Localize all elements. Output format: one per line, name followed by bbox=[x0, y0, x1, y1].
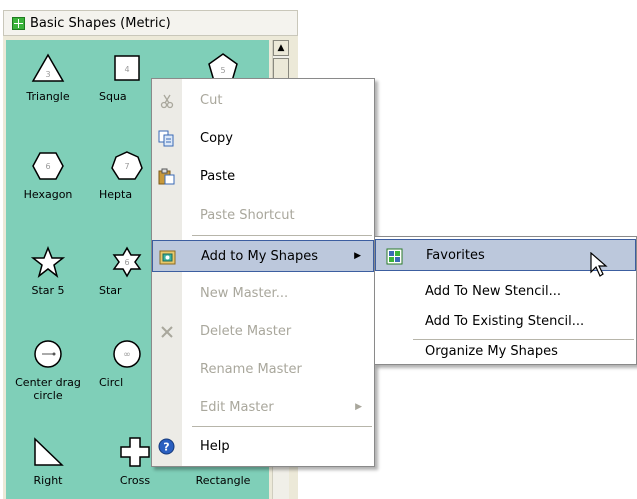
menu-separator bbox=[192, 426, 372, 427]
menu-item-add-to-my-shapes[interactable]: Add to My Shapes ▶ bbox=[152, 240, 374, 272]
right-triangle-shape-icon bbox=[28, 434, 68, 470]
menu-item-paste-shortcut[interactable]: Paste Shortcut bbox=[152, 200, 374, 230]
star-shape-icon bbox=[28, 244, 68, 280]
submenu-item-label: Add To Existing Stencil... bbox=[425, 313, 585, 329]
shape-right-triangle[interactable]: Right bbox=[11, 434, 85, 487]
shape-label: Star 5 bbox=[31, 284, 65, 297]
scroll-up-arrow-icon: ▲ bbox=[277, 43, 285, 53]
square-shape-icon: 4 bbox=[107, 50, 147, 86]
menu-item-new-master[interactable]: New Master... bbox=[152, 278, 374, 308]
menu-item-cut[interactable]: Cut bbox=[152, 85, 374, 115]
menu-item-label: Help bbox=[200, 438, 230, 454]
shape-label: Rectangle bbox=[195, 474, 251, 487]
shape-square[interactable]: 4 Squa bbox=[97, 50, 157, 103]
menu-item-help[interactable]: ? Help bbox=[152, 431, 374, 461]
favorites-stencil-icon bbox=[386, 248, 403, 265]
shape-circle[interactable]: ∞ Circl bbox=[97, 336, 157, 389]
shape-triangle[interactable]: 3 Triangle bbox=[11, 50, 85, 103]
hexagon-shape-icon: 6 bbox=[28, 148, 68, 184]
shape-label: Star bbox=[99, 284, 122, 297]
cross-shape-icon bbox=[115, 434, 155, 470]
svg-text:5: 5 bbox=[220, 66, 225, 75]
menu-item-label: Delete Master bbox=[200, 323, 292, 339]
svg-text:6: 6 bbox=[45, 162, 50, 171]
submenu-item-label: Favorites bbox=[426, 247, 485, 263]
shape-label: Right bbox=[33, 474, 63, 487]
star-shape-icon: 6 bbox=[107, 244, 147, 280]
submenu-item-label: Add To New Stencil... bbox=[425, 283, 561, 299]
submenu-arrow-icon: ▶ bbox=[354, 251, 361, 261]
menu-item-label: Add to My Shapes bbox=[201, 248, 319, 264]
submenu-item-label: Organize My Shapes bbox=[425, 343, 558, 359]
menu-item-copy[interactable]: Copy bbox=[152, 123, 374, 153]
menu-item-label: Paste Shortcut bbox=[200, 207, 295, 223]
stencil-header[interactable]: Basic Shapes (Metric) bbox=[3, 10, 298, 36]
copy-icon bbox=[158, 130, 175, 147]
menu-item-label: Rename Master bbox=[200, 361, 302, 377]
shape-heptagon[interactable]: 7 Hepta bbox=[97, 148, 157, 201]
paste-icon bbox=[158, 168, 175, 185]
shape-label: Cross bbox=[119, 474, 151, 487]
shape-label: Triangle bbox=[26, 90, 70, 103]
menu-item-paste[interactable]: Paste bbox=[152, 161, 374, 191]
svg-text:3: 3 bbox=[45, 70, 50, 79]
shape-label: Squa bbox=[99, 90, 127, 103]
menu-item-label: Edit Master bbox=[200, 399, 274, 415]
shape-star-5[interactable]: Star 5 bbox=[11, 244, 85, 297]
svg-text:6: 6 bbox=[124, 258, 129, 267]
shape-star-6[interactable]: 6 Star bbox=[97, 244, 157, 297]
context-menu: Cut Copy Paste Paste Shortcut Add to My … bbox=[151, 78, 375, 467]
triangle-shape-icon: 3 bbox=[28, 50, 68, 86]
help-icon: ? bbox=[158, 438, 175, 455]
menu-item-label: Paste bbox=[200, 168, 236, 184]
shape-center-drag-circle[interactable]: Center drag circle bbox=[11, 336, 85, 402]
svg-text:?: ? bbox=[163, 441, 169, 454]
shape-label: Center drag circle bbox=[15, 376, 81, 402]
menu-item-label: Copy bbox=[200, 130, 233, 146]
submenu-item-add-to-existing-stencil[interactable]: Add To Existing Stencil... bbox=[375, 306, 636, 336]
scissors-icon bbox=[158, 92, 175, 109]
menu-item-label: Cut bbox=[200, 92, 223, 108]
menu-item-label: New Master... bbox=[200, 285, 289, 301]
shape-label: Hexagon bbox=[23, 188, 73, 201]
svg-text:4: 4 bbox=[124, 65, 129, 74]
menu-item-delete-master[interactable]: Delete Master bbox=[152, 316, 374, 346]
svg-text:∞: ∞ bbox=[123, 350, 131, 360]
arrow-pointer-icon bbox=[589, 251, 609, 278]
menu-separator bbox=[192, 235, 372, 236]
circle-shape-icon: ∞ bbox=[107, 336, 147, 372]
heptagon-shape-icon: 7 bbox=[107, 148, 147, 184]
delete-x-icon bbox=[158, 323, 175, 340]
shape-label: Circl bbox=[99, 376, 124, 389]
menu-item-rename-master[interactable]: Rename Master bbox=[152, 354, 374, 384]
stencil-icon bbox=[12, 16, 25, 30]
submenu-item-organize-my-shapes[interactable]: Organize My Shapes bbox=[375, 336, 636, 366]
stencil-title: Basic Shapes (Metric) bbox=[30, 15, 171, 31]
submenu-arrow-icon: ▶ bbox=[355, 402, 362, 412]
shape-hexagon[interactable]: 6 Hexagon bbox=[11, 148, 85, 201]
scroll-up-button[interactable]: ▲ bbox=[273, 40, 289, 56]
menu-item-edit-master[interactable]: Edit Master ▶ bbox=[152, 392, 374, 422]
svg-text:7: 7 bbox=[124, 162, 129, 171]
circle-shape-icon bbox=[28, 336, 68, 372]
submenu-item-add-to-new-stencil[interactable]: Add To New Stencil... bbox=[375, 276, 636, 306]
shape-label: Hepta bbox=[99, 188, 133, 201]
add-to-my-shapes-icon bbox=[159, 249, 176, 266]
